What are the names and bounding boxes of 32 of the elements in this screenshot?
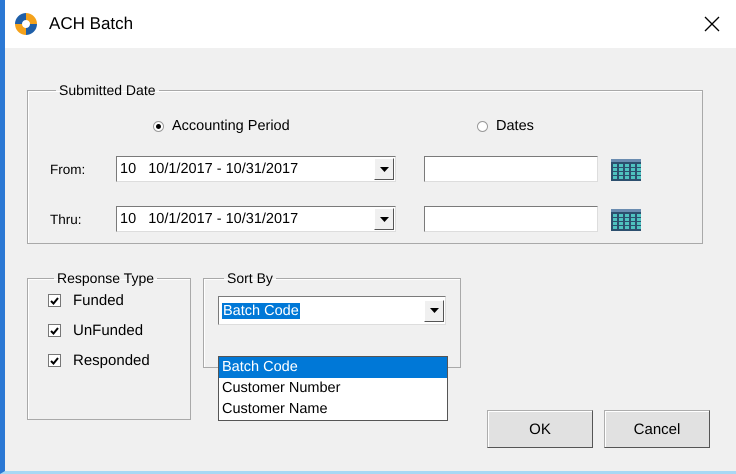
- dropdown-arrow-icon: [430, 308, 438, 313]
- radio-label[interactable]: Dates: [496, 118, 534, 134]
- checkbox[interactable]: [48, 324, 61, 337]
- group-label: Sort By: [226, 270, 274, 286]
- dropdown-arrow-icon: [380, 166, 388, 172]
- radio-button[interactable]: [153, 120, 164, 132]
- field-label: Thru:: [50, 212, 83, 226]
- calendar-icon[interactable]: [610, 156, 642, 182]
- dropdown-option[interactable]: Customer Name: [219, 399, 447, 420]
- checkbox[interactable]: [48, 294, 61, 307]
- date-field[interactable]: [424, 206, 598, 232]
- group-label: Response Type: [56, 270, 156, 286]
- date-field[interactable]: [424, 156, 598, 182]
- period-dropdown[interactable]: 10 10/1/2017 - 10/31/2017: [116, 156, 396, 182]
- sort-dropdown[interactable]: Batch Code: [218, 296, 446, 325]
- dialog-button[interactable]: Cancel: [604, 410, 710, 448]
- calendar-icon[interactable]: [610, 206, 642, 232]
- period-dropdown[interactable]: 10 10/1/2017 - 10/31/2017: [116, 206, 396, 232]
- checkbox-label[interactable]: Funded: [73, 292, 124, 309]
- radio-label[interactable]: Accounting Period: [172, 118, 290, 134]
- field-label: From:: [50, 162, 86, 176]
- dialog-button[interactable]: OK: [487, 410, 593, 448]
- checkbox-label[interactable]: UnFunded: [73, 322, 144, 339]
- checkbox[interactable]: [48, 354, 61, 367]
- group-label: Submitted Date: [58, 82, 156, 98]
- dropdown-option[interactable]: Batch Code: [219, 357, 447, 378]
- dropdown-option[interactable]: Customer Number: [219, 378, 447, 399]
- dropdown-arrow-icon: [380, 216, 388, 222]
- window-title: ACH Batch: [49, 14, 134, 34]
- checkbox-label[interactable]: Responded: [73, 352, 150, 369]
- radio-button[interactable]: [477, 120, 488, 132]
- app-logo-icon: [13, 11, 39, 37]
